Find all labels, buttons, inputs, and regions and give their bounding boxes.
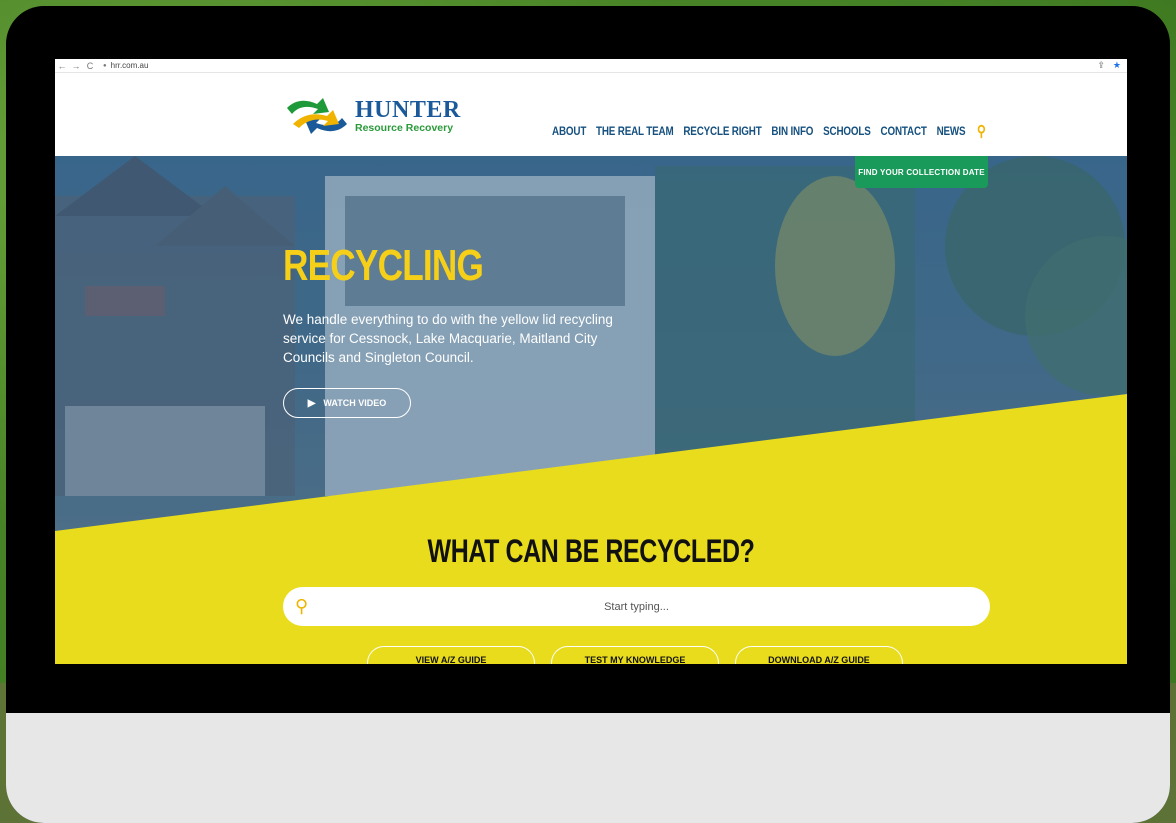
nav-bin-info[interactable]: BIN INFO	[771, 124, 813, 138]
nav-the-real-team[interactable]: THE REAL TEAM	[596, 124, 674, 138]
nav-about[interactable]: ABOUT	[552, 124, 586, 138]
back-button[interactable]: ←	[55, 61, 69, 71]
browser-actions: ⇪ ★	[1097, 60, 1127, 71]
star-icon[interactable]: ★	[1113, 60, 1121, 71]
share-icon[interactable]: ⇪	[1097, 60, 1105, 71]
logo-subtitle: Resource Recovery	[355, 122, 454, 135]
main-nav: ABOUT THE REAL TEAM RECYCLE RIGHT BIN IN…	[552, 122, 986, 140]
lock-icon: ●	[103, 62, 107, 69]
site-header: HUNTER Resource Recovery ABOUT THE REAL …	[55, 73, 1127, 156]
logo-text: HUNTER Resource Recovery	[355, 98, 461, 134]
logo-name: HUNTER	[355, 97, 461, 124]
monitor-chin	[6, 713, 1170, 823]
download-az-guide-button[interactable]: DOWNLOAD A/Z GUIDE	[735, 646, 903, 664]
recycle-search-box: ⚲	[283, 587, 990, 626]
guide-buttons: VIEW A/Z GUIDE TEST MY KNOWLEDGE DOWNLOA…	[367, 646, 903, 664]
search-icon[interactable]: ⚲	[977, 122, 986, 140]
search-icon: ⚲	[295, 596, 309, 616]
hero-section: FIND YOUR COLLECTION DATE RECYCLING We h…	[55, 156, 1127, 664]
test-my-knowledge-button[interactable]: TEST MY KNOWLEDGE	[551, 646, 719, 664]
browser-toolbar: ← → C ● hrr.com.au ⇪ ★	[55, 59, 1127, 73]
site-logo[interactable]: HUNTER Resource Recovery	[283, 91, 473, 141]
recycle-heading: WHAT CAN BE RECYCLED?	[427, 533, 755, 569]
forward-button[interactable]: →	[69, 61, 83, 71]
logo-arrows-icon	[287, 98, 347, 134]
view-az-guide-button[interactable]: VIEW A/Z GUIDE	[367, 646, 535, 664]
nav-news[interactable]: NEWS	[937, 124, 966, 138]
recycle-search-input[interactable]	[317, 600, 956, 613]
nav-schools[interactable]: SCHOOLS	[823, 124, 871, 138]
nav-recycle-right[interactable]: RECYCLE RIGHT	[683, 124, 761, 138]
nav-contact[interactable]: CONTACT	[881, 124, 927, 138]
address-bar[interactable]: hrr.com.au	[111, 61, 149, 70]
reload-button[interactable]: C	[83, 61, 97, 71]
browser-screen: ← → C ● hrr.com.au ⇪ ★ HUNTER Resource R…	[55, 59, 1127, 664]
recycle-section: WHAT CAN BE RECYCLED? ⚲ VIEW A/Z GUIDE T…	[55, 156, 1127, 664]
monitor-frame: ← → C ● hrr.com.au ⇪ ★ HUNTER Resource R…	[6, 6, 1170, 823]
